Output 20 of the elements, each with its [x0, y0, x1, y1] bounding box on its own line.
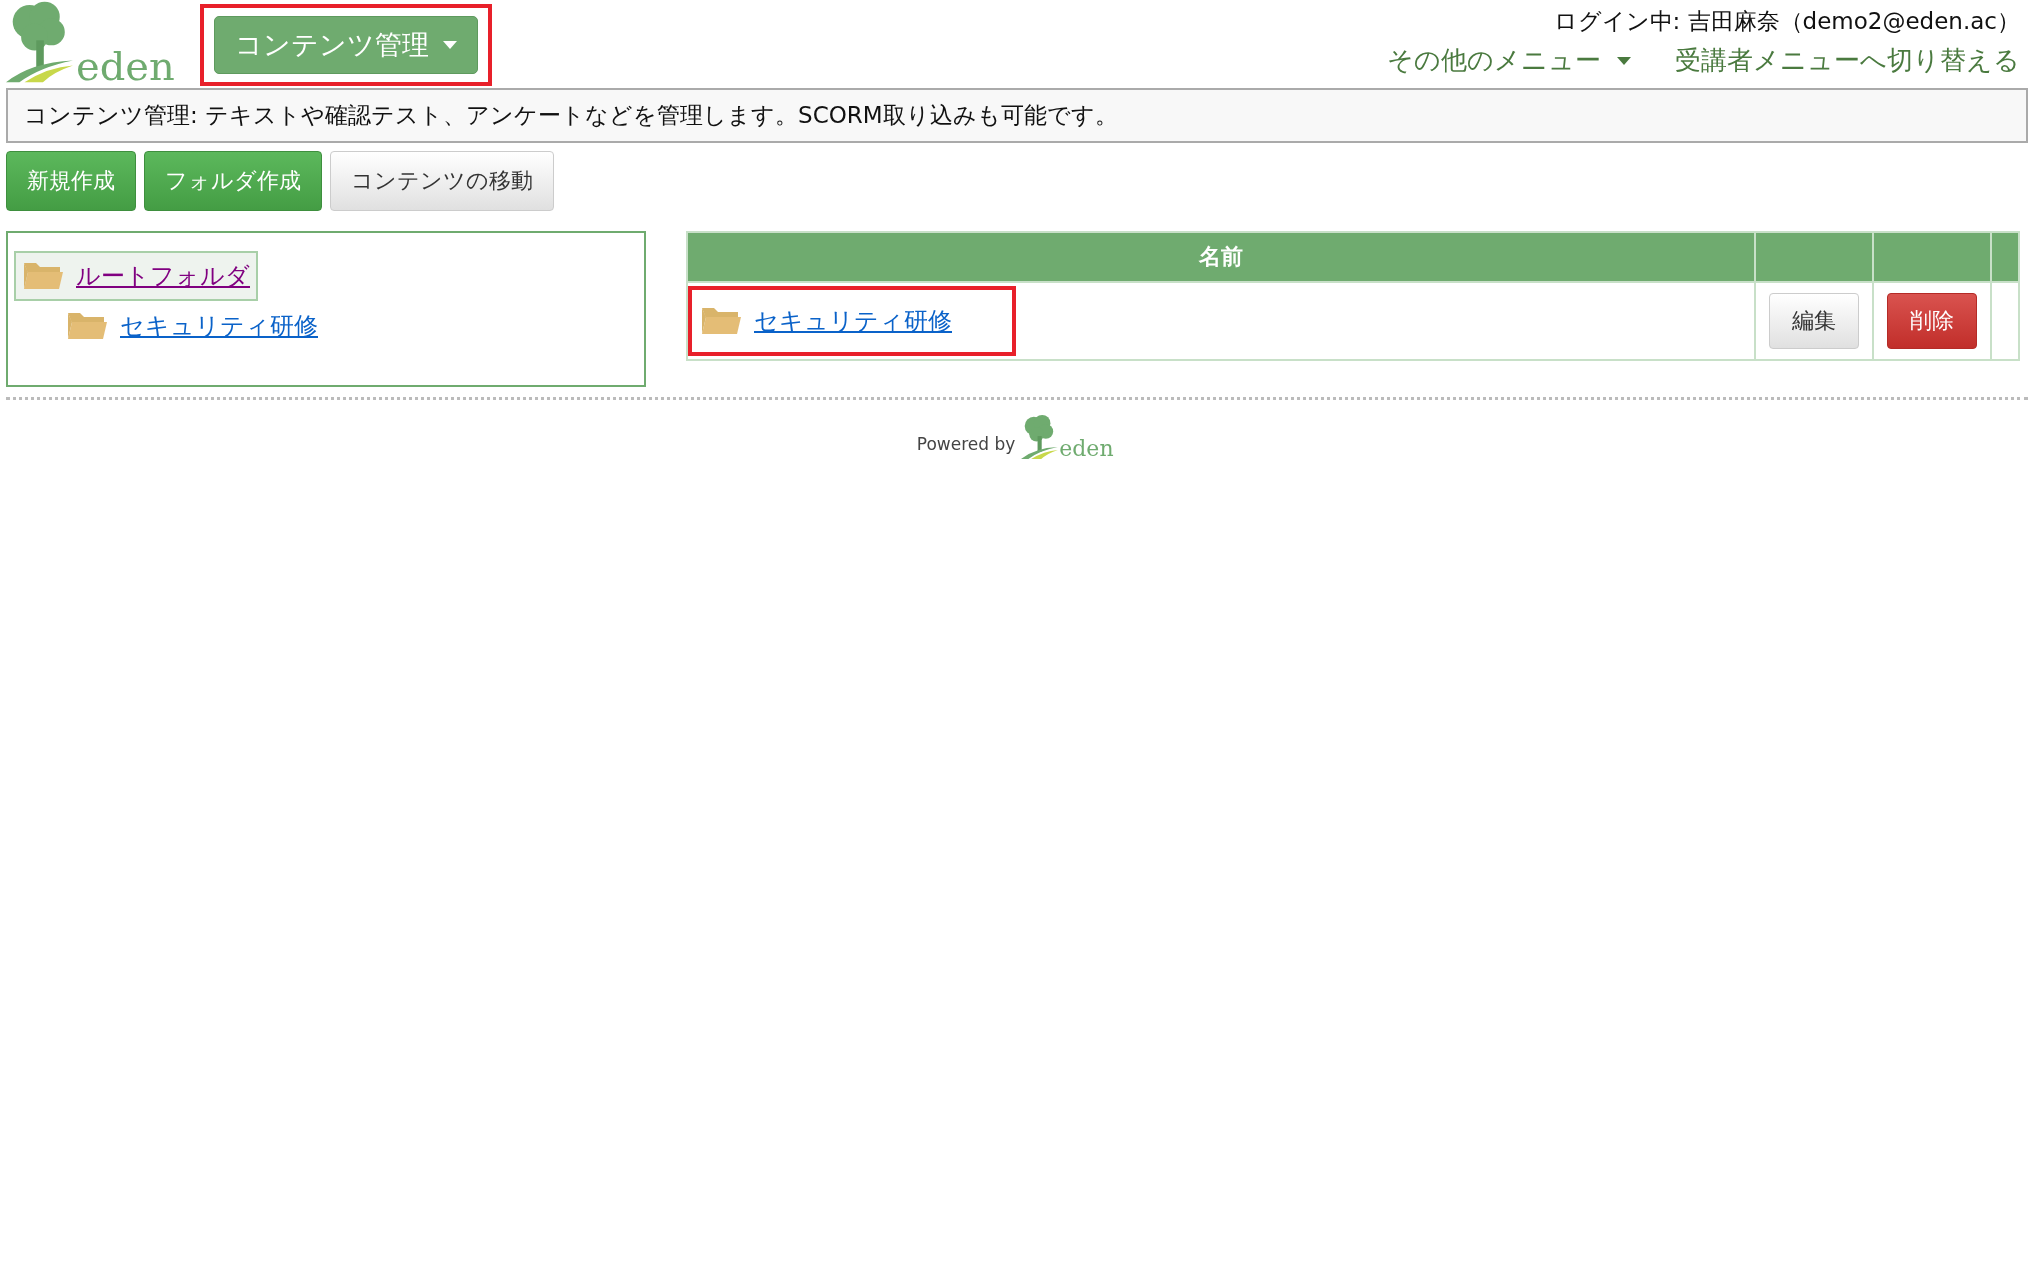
menu-link[interactable]: その他のメニュー	[1387, 43, 1631, 78]
info-bar: コンテンツ管理: テキストや確認テスト、アンケートなどを管理します。SCORM取り込みも可能です。	[6, 88, 2028, 143]
tree-icon	[1021, 414, 1059, 460]
caret-icon	[443, 41, 457, 49]
tree-item[interactable]: セキュリティ研修	[58, 301, 326, 351]
row-action-button[interactable]: 編集	[1769, 293, 1859, 349]
logo-text: eden	[1059, 438, 1114, 460]
toolbar-button[interactable]: コンテンツの移動	[330, 151, 554, 211]
tree-icon	[6, 0, 74, 84]
folder-link[interactable]: セキュリティ研修	[754, 305, 952, 337]
menu-link[interactable]: 受講者メニューへ切り替える	[1675, 43, 2020, 78]
column-header: 名前	[687, 232, 1755, 282]
login-status: ログイン中: 吉田麻奈（demo2@eden.ac）	[1553, 7, 2020, 36]
folder-link[interactable]: セキュリティ研修	[120, 310, 318, 342]
tree-item[interactable]: ルートフォルダ	[14, 251, 258, 301]
folder-link[interactable]: ルートフォルダ	[76, 260, 250, 292]
caret-icon	[1617, 56, 1631, 65]
row-action-button[interactable]: 削除	[1887, 293, 1977, 349]
powered-by-text: Powered by	[916, 434, 1016, 456]
logo-text: eden	[76, 46, 175, 86]
